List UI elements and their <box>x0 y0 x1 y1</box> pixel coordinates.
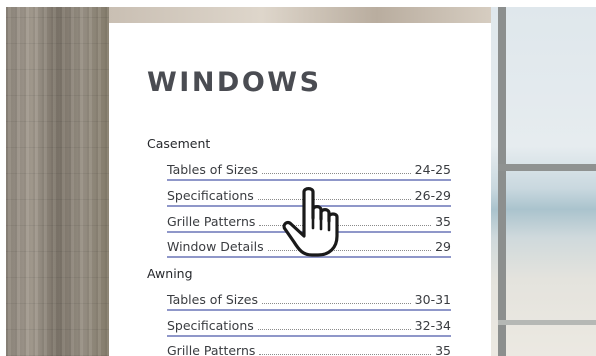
dot-leader <box>259 354 432 355</box>
toc-link-label: Specifications <box>167 188 254 203</box>
screenshot-frame: WINDOWS Casement Tables of Sizes 24-25 S… <box>0 0 596 356</box>
toc-link-label: Specifications <box>167 318 254 333</box>
toc-link-label: Grille Patterns <box>167 343 256 356</box>
toc-page-numbers: 35 <box>435 343 451 356</box>
dot-leader <box>262 173 411 174</box>
section-heading-awning: Awning <box>147 266 193 281</box>
toc-page-numbers: 32-34 <box>414 318 451 333</box>
toc-page-numbers: 24-25 <box>414 162 451 177</box>
toc-page-numbers: 30-31 <box>414 292 451 307</box>
toc-link-label: Tables of Sizes <box>167 162 259 177</box>
toc-link-label: Tables of Sizes <box>167 292 259 307</box>
hand-pointer-icon <box>282 187 339 257</box>
background-window-view <box>491 7 596 356</box>
background-ceiling <box>109 7 491 23</box>
toc-page-numbers: 35 <box>435 214 451 229</box>
background-wood-wall <box>6 7 109 356</box>
toc-page-numbers: 29 <box>435 239 451 254</box>
window-frame-vertical <box>498 7 506 356</box>
dot-leader <box>257 329 411 330</box>
toc-link-awning-specifications[interactable]: Specifications 32-34 <box>167 315 451 337</box>
section-heading-casement: Casement <box>147 136 211 151</box>
dot-leader <box>262 303 411 304</box>
toc-link-awning-tables-of-sizes[interactable]: Tables of Sizes 30-31 <box>167 289 451 311</box>
page-title: WINDOWS <box>147 67 322 98</box>
toc-page-numbers: 26-29 <box>414 188 451 203</box>
window-sill <box>498 320 596 325</box>
window-frame-horizontal <box>498 164 596 171</box>
toc-link-casement-tables-of-sizes[interactable]: Tables of Sizes 24-25 <box>167 159 451 181</box>
toc-link-label: Grille Patterns <box>167 214 256 229</box>
toc-link-awning-grille-patterns[interactable]: Grille Patterns 35 <box>167 340 451 356</box>
toc-link-label: Window Details <box>167 239 264 254</box>
